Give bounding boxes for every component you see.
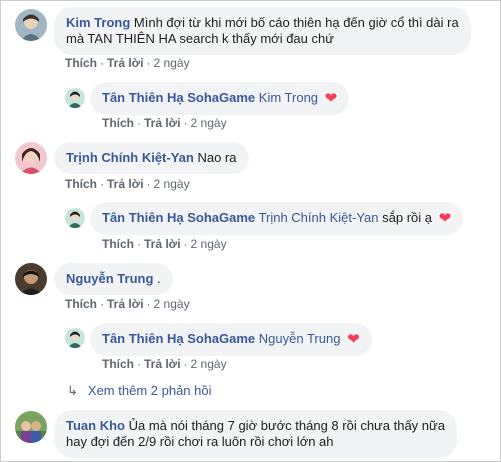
reply-bubble: Tân Thiên Hạ SohaGame Kim Trong ❤ <box>90 82 350 115</box>
reply-bubble: Tân Thiên Hạ SohaGame Nguyễn Trung ❤ <box>90 323 372 356</box>
comment-bubble: Kim Trong Mình đợi từ khi mới bố cáo thi… <box>54 7 471 55</box>
comment-actions: Thích · Trả lời · 2 ngày <box>65 177 190 191</box>
reply-mention[interactable]: Kim Trong <box>259 90 318 105</box>
avatar-tan-thien-ha[interactable] <box>65 88 85 108</box>
like-button[interactable]: Thích <box>102 116 134 130</box>
view-more-replies-label: Xem thêm 2 phản hồi <box>87 383 212 398</box>
reply-mention[interactable]: Nguyễn Trung <box>259 331 341 346</box>
heart-icon: ❤ <box>438 210 452 227</box>
avatar-image <box>65 208 85 228</box>
comment-actions: Thích · Trả lời · 2 ngày <box>65 297 190 311</box>
comment-author[interactable]: Trịnh Chính Kiệt-Yan <box>66 150 194 165</box>
like-button[interactable]: Thích <box>65 56 97 70</box>
comment-text-line1: Nao ra <box>197 150 237 165</box>
avatar-tan-thien-ha[interactable] <box>65 208 85 228</box>
comment-author[interactable]: Tuan Kho <box>66 418 125 433</box>
avatar-image <box>65 88 85 108</box>
reply-button[interactable]: Trả lời <box>144 116 181 130</box>
avatar-tuan-kho[interactable] <box>15 411 47 443</box>
reply-time[interactable]: 2 ngày <box>191 357 227 371</box>
reply-actions: Thích · Trả lời · 2 ngày <box>102 237 227 251</box>
reply-author[interactable]: Tân Thiên Hạ SohaGame <box>102 331 255 346</box>
heart-icon: ❤ <box>324 90 338 107</box>
like-button[interactable]: Thích <box>65 297 97 311</box>
reply-arrow-icon: ↳ <box>67 383 78 398</box>
reply-button[interactable]: Trả lời <box>107 297 144 311</box>
reply-button[interactable]: Trả lời <box>144 237 181 251</box>
reply-time[interactable]: 2 ngày <box>191 237 227 251</box>
avatar-nguyen-trung[interactable] <box>15 263 47 295</box>
heart-icon: ❤ <box>347 331 360 348</box>
comment-text-line2: hay đợi đến 2/9 rồi chơi ra luôn rồi chơ… <box>66 434 334 449</box>
comment-text-line1: Mình đợi từ khi mới bố cáo thiên hạ đến … <box>133 15 459 30</box>
comment-bubble: Trịnh Chính Kiệt-Yan Nao ra <box>54 142 249 174</box>
reply-button[interactable]: Trả lời <box>107 177 144 191</box>
comment-author[interactable]: Nguyễn Trung <box>66 271 153 286</box>
like-button[interactable]: Thích <box>65 177 97 191</box>
avatar-image <box>15 411 47 443</box>
avatar-kim-trong[interactable] <box>15 9 47 41</box>
avatar-image <box>15 263 47 295</box>
comment-bubble: Nguyễn Trung . <box>54 263 173 295</box>
avatar-trinh-chinh-kiet-yan[interactable] <box>15 142 47 174</box>
reply-time[interactable]: 2 ngày <box>191 116 227 130</box>
comment-text-line1: . <box>157 271 161 286</box>
comment-author[interactable]: Kim Trong <box>66 15 130 30</box>
reply-button[interactable]: Trả lời <box>144 357 181 371</box>
reply-author[interactable]: Tân Thiên Hạ SohaGame <box>102 90 255 105</box>
avatar-tan-thien-ha[interactable] <box>65 328 85 348</box>
comment-text-line2: mà TAN THIÊN HA search k thấy mới đau ch… <box>66 31 334 46</box>
comment-actions: Thích · Trả lời · 2 ngày <box>65 56 190 70</box>
view-more-replies-link[interactable]: ↳ Xem thêm 2 phản hồi <box>67 383 211 399</box>
comment-text-line1: Ủa mà nói tháng 7 giờ bước tháng 8 rồi c… <box>128 418 445 433</box>
reply-bubble: Tân Thiên Hạ SohaGame Trịnh Chính Kiệt-Y… <box>90 202 464 235</box>
reply-author[interactable]: Tân Thiên Hạ SohaGame <box>102 210 255 225</box>
reply-actions: Thích · Trả lời · 2 ngày <box>102 357 227 371</box>
avatar-image <box>15 142 47 174</box>
comment-time[interactable]: 2 ngày <box>154 297 190 311</box>
reply-text: sắp rồi ạ <box>382 210 432 225</box>
like-button[interactable]: Thích <box>102 357 134 371</box>
comments-panel: Kim Trong Mình đợi từ khi mới bố cáo thi… <box>0 0 501 462</box>
avatar-image <box>65 328 85 348</box>
comment-time[interactable]: 2 ngày <box>154 177 190 191</box>
avatar-image <box>15 9 47 41</box>
comment-bubble: Tuan Kho Ủa mà nói tháng 7 giờ bước thán… <box>54 410 457 458</box>
reply-mention[interactable]: Trịnh Chính Kiệt-Yan <box>259 210 379 225</box>
like-button[interactable]: Thích <box>102 237 134 251</box>
reply-button[interactable]: Trả lời <box>107 56 144 70</box>
reply-actions: Thích · Trả lời · 2 ngày <box>102 116 227 130</box>
comment-time[interactable]: 2 ngày <box>154 56 190 70</box>
